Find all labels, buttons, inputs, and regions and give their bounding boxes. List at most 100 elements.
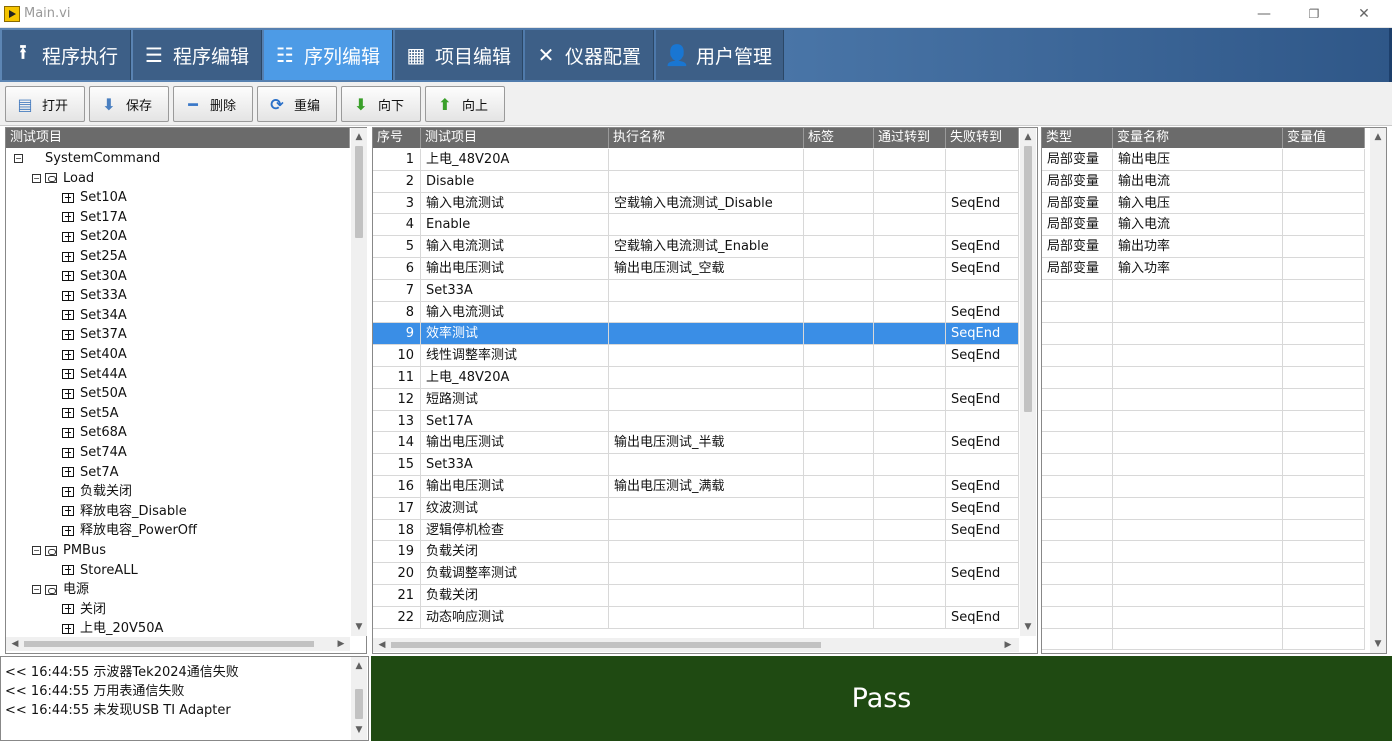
- tree-node[interactable]: Set7A: [62, 463, 119, 483]
- log-scroll-thumb[interactable]: [355, 689, 363, 719]
- tree-node[interactable]: StoreALL: [62, 561, 138, 581]
- table-row[interactable]: [1042, 279, 1365, 302]
- tree-node[interactable]: Set34A: [62, 306, 127, 326]
- tree-node[interactable]: Set74A: [62, 443, 127, 463]
- tree-node[interactable]: − PMBus: [32, 541, 106, 561]
- table-row[interactable]: 10 线性调整率测试 SeqEnd: [373, 345, 1019, 367]
- sequence-hscroll-thumb[interactable]: [391, 642, 821, 648]
- scroll-up-icon[interactable]: ▲: [1371, 130, 1385, 144]
- test-item-tree[interactable]: 测试项目 − SystemCommand − Load Set10A Set17A Set2…: [5, 127, 367, 654]
- tab-list[interactable]: ☷ 序列编辑: [264, 30, 393, 80]
- tree-node[interactable]: 释放电容_Disable: [62, 502, 187, 522]
- table-row[interactable]: [1042, 345, 1365, 367]
- table-row[interactable]: [1042, 367, 1365, 389]
- column-header[interactable]: 通过转到: [874, 128, 946, 148]
- sequence-scroll-thumb[interactable]: [1024, 146, 1032, 412]
- tree-node[interactable]: Set68A: [62, 423, 127, 443]
- scroll-down-icon[interactable]: ▼: [1371, 637, 1385, 651]
- sequence-vertical-scrollbar[interactable]: ▲ ▼: [1020, 128, 1036, 636]
- table-row[interactable]: [1042, 432, 1365, 455]
- tab-tools[interactable]: ✕ 仪器配置: [525, 30, 654, 80]
- table-row[interactable]: 18 逻辑停机检查 SeqEnd: [373, 519, 1019, 542]
- column-header[interactable]: 标签: [804, 128, 874, 148]
- table-row[interactable]: [1042, 585, 1365, 607]
- sequence-horizontal-scrollbar[interactable]: ◀ ▶: [373, 638, 1019, 652]
- minus-button[interactable]: ━ 删除: [173, 86, 253, 122]
- table-row[interactable]: 局部变量 输出功率: [1042, 236, 1365, 258]
- table-row[interactable]: 19 负载关闭: [373, 541, 1019, 564]
- tree-node[interactable]: Set33A: [62, 286, 127, 306]
- table-row[interactable]: 15 Set33A: [373, 454, 1019, 476]
- table-row[interactable]: [1042, 410, 1365, 433]
- variables-vertical-scrollbar[interactable]: ▲ ▼: [1370, 128, 1386, 653]
- column-header[interactable]: 序号: [373, 128, 421, 148]
- tree-node[interactable]: 释放电容_PowerOff: [62, 521, 197, 541]
- table-row[interactable]: 局部变量 输出电流: [1042, 170, 1365, 193]
- variables-table[interactable]: 类型 变量名称 变量值 局部变量 输出电压 局部变量 输出电流 局部变量 输入电压 局部变量 输入…: [1041, 127, 1387, 654]
- scroll-left-icon[interactable]: ◀: [375, 638, 389, 652]
- arrow-up-button[interactable]: ⬆ 向上: [425, 86, 505, 122]
- column-header[interactable]: 测试项目: [421, 128, 609, 148]
- table-row[interactable]: 5 输入电流测试 空载输入电流测试_Enable SeqEnd: [373, 236, 1019, 258]
- table-row[interactable]: 12 短路测试 SeqEnd: [373, 388, 1019, 411]
- column-header[interactable]: 失败转到: [946, 128, 1019, 148]
- tree-node[interactable]: Set20A: [62, 227, 127, 247]
- log-vertical-scrollbar[interactable]: ▲ ▼: [351, 657, 367, 740]
- tree-hscroll-thumb[interactable]: [24, 641, 314, 647]
- table-row[interactable]: 3 输入电流测试 空载输入电流测试_Disable SeqEnd: [373, 192, 1019, 215]
- tree-scroll-thumb[interactable]: [355, 146, 363, 238]
- column-header[interactable]: 执行名称: [609, 128, 804, 148]
- table-row[interactable]: 局部变量 输入电压: [1042, 192, 1365, 215]
- collapse-icon[interactable]: −: [14, 154, 23, 163]
- tree-node[interactable]: Set40A: [62, 345, 127, 365]
- save-button[interactable]: ⬇ 保存: [89, 86, 169, 122]
- table-row[interactable]: 1 上电_48V20A: [373, 149, 1019, 171]
- scroll-right-icon[interactable]: ▶: [334, 637, 348, 651]
- table-row[interactable]: 4 Enable: [373, 214, 1019, 237]
- table-row[interactable]: [1042, 541, 1365, 564]
- tree-node[interactable]: Set17A: [62, 208, 127, 228]
- scroll-down-icon[interactable]: ▼: [1021, 620, 1035, 634]
- table-row[interactable]: 21 负载关闭: [373, 585, 1019, 607]
- table-row[interactable]: 20 负载调整率测试 SeqEnd: [373, 563, 1019, 585]
- table-row[interactable]: 2 Disable: [373, 170, 1019, 193]
- table-row[interactable]: 14 输出电压测试 输出电压测试_半载 SeqEnd: [373, 432, 1019, 455]
- tree-node[interactable]: Set37A: [62, 325, 127, 345]
- column-header[interactable]: 类型: [1042, 128, 1113, 148]
- scroll-left-icon[interactable]: ◀: [8, 637, 22, 651]
- tree-node[interactable]: Set44A: [62, 365, 127, 385]
- tree-node[interactable]: Set30A: [62, 267, 127, 287]
- collapse-icon[interactable]: −: [32, 585, 41, 595]
- tree-vertical-scrollbar[interactable]: ▲ ▼: [351, 128, 367, 636]
- scroll-down-icon[interactable]: ▼: [352, 723, 366, 737]
- tab-upload[interactable]: ⭱ 程序执行: [2, 30, 131, 80]
- table-row[interactable]: 6 输出电压测试 输出电压测试_空载 SeqEnd: [373, 258, 1019, 280]
- tree-node[interactable]: − SystemCommand: [14, 149, 160, 169]
- table-row[interactable]: 8 输入电流测试 SeqEnd: [373, 301, 1019, 324]
- arrow-down-button[interactable]: ⬇ 向下: [341, 86, 421, 122]
- table-row[interactable]: [1042, 606, 1365, 629]
- tree-node[interactable]: Set50A: [62, 384, 127, 404]
- column-header[interactable]: 变量值: [1283, 128, 1365, 148]
- scroll-right-icon[interactable]: ▶: [1001, 638, 1015, 652]
- refresh-button[interactable]: ⟳ 重编: [257, 86, 337, 122]
- table-row[interactable]: [1042, 476, 1365, 498]
- open-file-button[interactable]: ▤ 打开: [5, 86, 85, 122]
- table-row[interactable]: [1042, 388, 1365, 411]
- table-row[interactable]: [1042, 519, 1365, 542]
- tree-node[interactable]: Set10A: [62, 188, 127, 208]
- table-row[interactable]: 13 Set17A: [373, 410, 1019, 433]
- table-row[interactable]: 局部变量 输出电压: [1042, 149, 1365, 171]
- table-row[interactable]: 局部变量 输入电流: [1042, 214, 1365, 237]
- table-row[interactable]: [1042, 628, 1365, 651]
- table-row[interactable]: 16 输出电压测试 输出电压测试_满载 SeqEnd: [373, 476, 1019, 498]
- tree-node[interactable]: Set5A: [62, 404, 119, 424]
- tree-node[interactable]: − Load: [32, 169, 94, 189]
- tree-node[interactable]: 负载关闭: [62, 482, 132, 502]
- table-row[interactable]: [1042, 301, 1365, 324]
- collapse-icon[interactable]: −: [32, 546, 41, 555]
- scroll-up-icon[interactable]: ▲: [352, 130, 366, 144]
- restore-icon[interactable]: ❐: [1302, 4, 1326, 24]
- table-row[interactable]: 局部变量 输入功率: [1042, 258, 1365, 280]
- table-row[interactable]: 9 效率测试 SeqEnd: [373, 323, 1019, 346]
